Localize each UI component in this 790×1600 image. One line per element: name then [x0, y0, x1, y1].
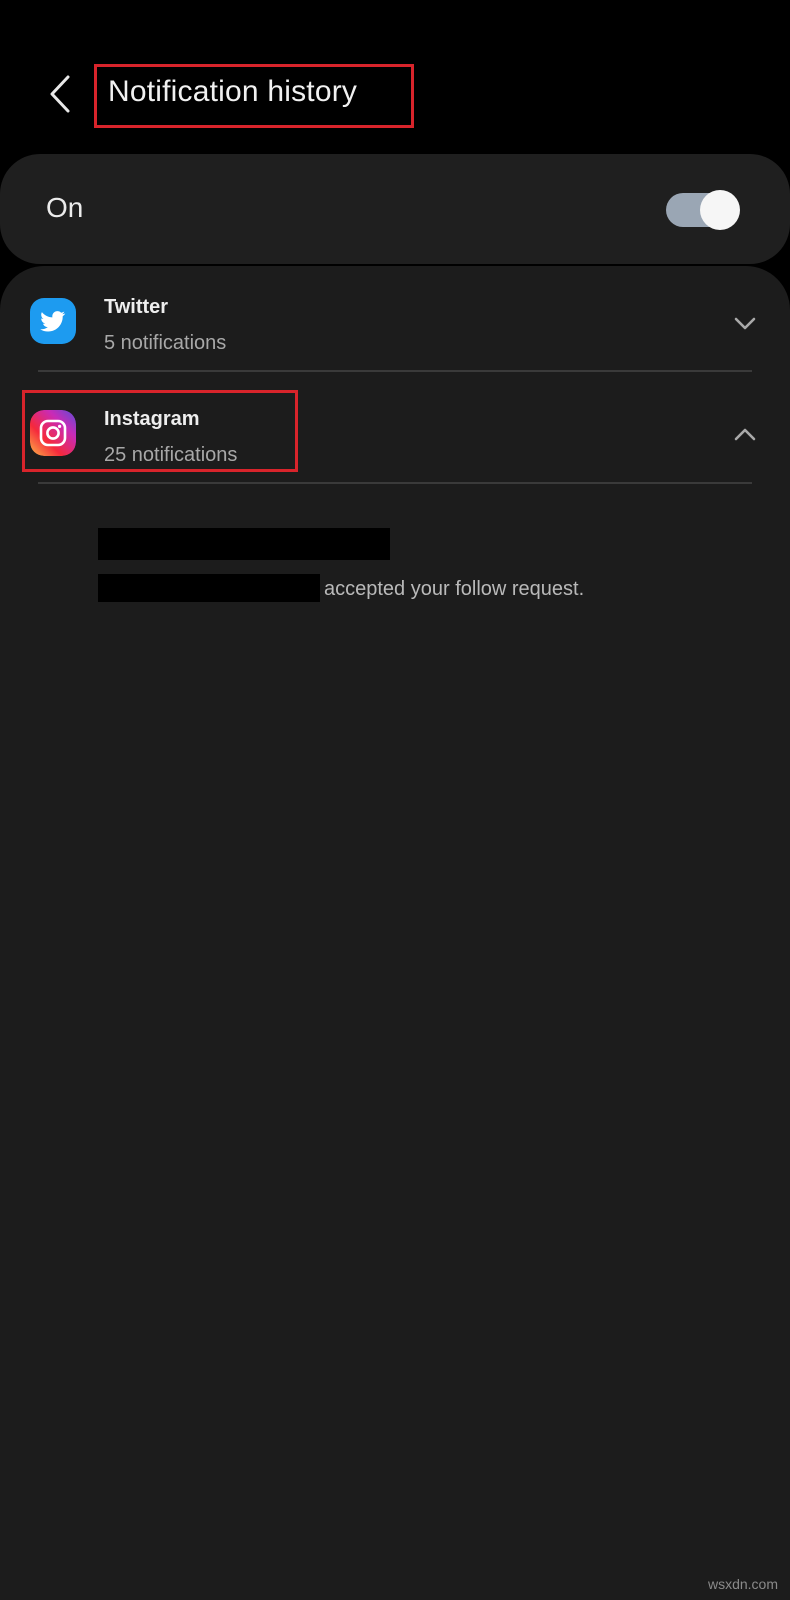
- notification-count: 5 notifications: [104, 332, 227, 354]
- title-highlight-annotation: [94, 64, 414, 128]
- divider: [38, 482, 752, 484]
- notification-text: accepted your follow request.: [324, 578, 585, 600]
- app-name: Twitter: [104, 296, 169, 318]
- chevron-up-icon[interactable]: [730, 420, 760, 450]
- switch-knob: [700, 190, 740, 230]
- header-bar: Notification history: [0, 60, 790, 132]
- app-row-twitter[interactable]: Twitter 5 notifications: [0, 266, 790, 378]
- divider: [38, 370, 752, 372]
- app-list: Twitter 5 notifications Instagram 25 not…: [0, 266, 790, 1600]
- notification-item[interactable]: accepted your follow request.: [98, 528, 718, 608]
- chevron-left-icon: [50, 75, 70, 113]
- back-button[interactable]: [42, 72, 78, 116]
- notification-history-switch[interactable]: [666, 190, 740, 230]
- notification-history-toggle-row[interactable]: On: [0, 154, 790, 264]
- redacted-username: [98, 574, 320, 602]
- watermark: wsxdn.com: [707, 1576, 778, 1592]
- chevron-down-icon[interactable]: [730, 308, 760, 338]
- redacted-title: [98, 528, 390, 560]
- toggle-label: On: [46, 192, 84, 223]
- instagram-highlight-annotation: [22, 390, 298, 472]
- twitter-bird-icon: [30, 298, 76, 344]
